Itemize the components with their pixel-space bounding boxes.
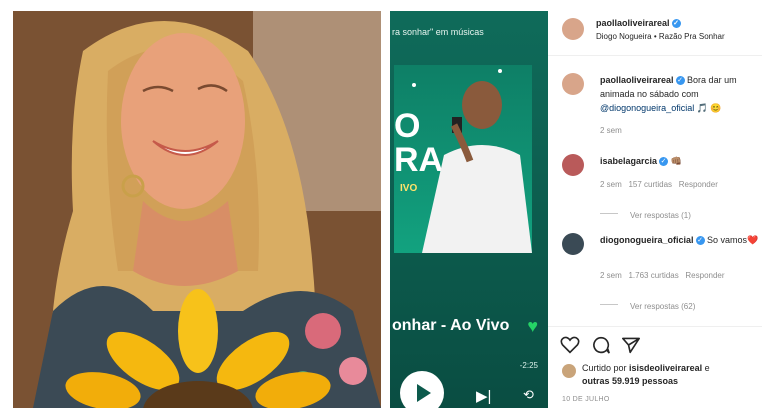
reply-button[interactable]: Responder [679, 180, 718, 189]
liked-others[interactable]: outras 59.919 pessoas [582, 376, 678, 386]
heart-icon[interactable]: ♥ [527, 316, 538, 337]
play-button[interactable] [400, 371, 444, 408]
verified-icon: ✓ [671, 19, 681, 29]
singer-image [412, 69, 532, 253]
view-replies[interactable]: Ver respostas (62) [600, 296, 695, 314]
comment-time: 2 sem [600, 180, 622, 189]
reply-button[interactable]: Responder [685, 271, 724, 280]
header-username[interactable]: paollaoliveirareal [596, 18, 670, 28]
divider [548, 55, 762, 56]
verified-icon: ✓ [695, 236, 705, 246]
post-photo [13, 11, 381, 408]
liked-by: Curtido por isisdeoliveirareal e outras … [582, 362, 760, 388]
avatar[interactable] [562, 154, 584, 176]
comment-body: 👊🏽 [670, 156, 682, 166]
avatar[interactable] [562, 18, 584, 40]
view-replies[interactable]: Ver respostas (1) [600, 205, 691, 223]
like-heart-icon[interactable] [560, 336, 580, 354]
liked-prefix: Curtido por [582, 363, 630, 373]
caption-mention[interactable]: @diogonogueira_oficial [600, 103, 694, 113]
comment-username[interactable]: isabelagarcia [600, 156, 657, 166]
heart-icon: ❤️ [747, 235, 759, 245]
caption-text: paollaoliveirareal ✓ Bora dar um animada … [600, 73, 758, 115]
replies-line [600, 213, 618, 215]
music-story[interactable]: ra sonhar" em músicas O RA IVO onhar - A… [390, 11, 548, 408]
post-date: 10 DE JULHO [562, 396, 610, 403]
song-title: onhar - Ao Vivo [392, 317, 510, 334]
skip-next-icon[interactable]: ▶| [476, 387, 491, 405]
divider [548, 326, 762, 327]
verified-icon: ✓ [659, 157, 669, 167]
comment-meta: 2 sem 157 curtidas Responder [600, 180, 718, 189]
view-replies-label[interactable]: Ver respostas (1) [630, 211, 691, 220]
comment-body: So vamos [707, 235, 748, 245]
header-username-row[interactable]: paollaoliveirareal ✓ [596, 18, 681, 29]
comment-text: isabelagarcia ✓ 👊🏽 [600, 154, 682, 168]
woman-sunflower-photo [13, 11, 381, 408]
comment-icon[interactable] [591, 336, 611, 354]
liked-user[interactable]: isisdeoliveirareal [629, 363, 702, 373]
replies-line [600, 304, 618, 306]
story-top-text: ra sonhar" em músicas [392, 27, 484, 37]
comment-username[interactable]: diogonogueira_oficial [600, 235, 694, 245]
caption-username[interactable]: paollaoliveirareal [600, 75, 674, 85]
header-subtitle[interactable]: Diogo Nogueira • Razão Pra Sonhar [596, 32, 725, 41]
avatar[interactable] [562, 73, 584, 95]
avatar[interactable] [562, 233, 584, 255]
avatar[interactable] [562, 364, 576, 378]
caption-time: 2 sem [600, 126, 622, 135]
caption-emoji: 🎵 😊 [696, 103, 722, 113]
comment-meta: 2 sem 1.763 curtidas Responder [600, 271, 725, 280]
view-replies-label[interactable]: Ver respostas (62) [630, 302, 695, 311]
time-remaining: -2:25 [519, 361, 538, 370]
album-cover: O RA IVO [394, 65, 532, 253]
comment-time: 2 sem [600, 271, 622, 280]
comment-likes[interactable]: 1.763 curtidas [628, 271, 678, 280]
comment-text: diogonogueira_oficial ✓ So vamos❤️ [600, 233, 760, 247]
verified-icon: ✓ [675, 76, 685, 86]
share-icon[interactable] [621, 336, 641, 354]
repeat-icon[interactable]: ⟲ [523, 387, 534, 403]
post-details-panel: paollaoliveirareal ✓ Diogo Nogueira • Raz… [548, 11, 762, 408]
comment-likes[interactable]: 157 curtidas [628, 180, 672, 189]
liked-suffix: e [702, 363, 710, 373]
